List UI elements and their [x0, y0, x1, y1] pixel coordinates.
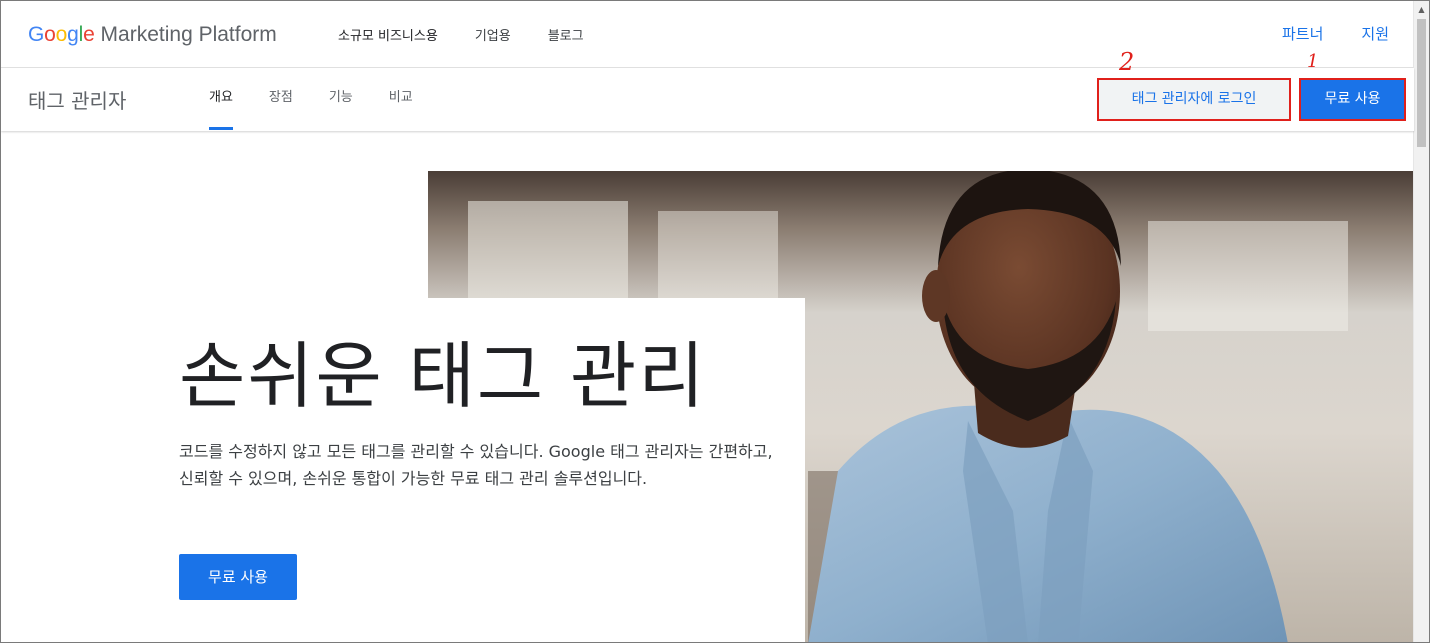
tab-features[interactable]: 기능: [329, 68, 353, 131]
annotation-marker-2: 2: [1119, 48, 1135, 76]
scrollbar-thumb[interactable]: [1417, 19, 1426, 147]
support-link[interactable]: 지원: [1361, 23, 1389, 44]
partners-link[interactable]: 파트너: [1282, 23, 1323, 44]
product-tabs: 개요 장점 기능 비교: [209, 68, 449, 131]
top-nav-blog[interactable]: 블로그: [548, 25, 584, 44]
scroll-up-arrow-icon[interactable]: ▲: [1414, 1, 1429, 18]
top-nav: 소규모 비즈니스용 기업용 블로그: [338, 25, 621, 44]
browser-viewport: Google Marketing Platform 소규모 비즈니스용 기업용 …: [0, 0, 1430, 643]
tab-benefits[interactable]: 장점: [269, 68, 293, 131]
top-nav-enterprise[interactable]: 기업용: [475, 25, 511, 44]
vertical-scrollbar[interactable]: ▲: [1413, 1, 1429, 642]
tab-compare[interactable]: 비교: [389, 68, 413, 131]
top-header: Google Marketing Platform 소규모 비즈니스용 기업용 …: [1, 1, 1414, 68]
hero-title: 손쉬운 태그 관리: [179, 334, 707, 418]
google-wordmark: Google: [28, 23, 95, 46]
sign-in-button[interactable]: 태그 관리자에 로그인: [1097, 78, 1291, 121]
product-subheader: 태그 관리자 개요 장점 기능 비교 태그 관리자에 로그인 무료 사용: [1, 68, 1414, 131]
top-nav-small-business[interactable]: 소규모 비즈니스용: [338, 25, 438, 44]
annotation-marker-1: 1: [1307, 51, 1319, 72]
google-marketing-platform-logo[interactable]: Google Marketing Platform: [28, 21, 277, 49]
tab-overview[interactable]: 개요: [209, 68, 233, 131]
top-right-links: 파트너 지원: [1244, 23, 1389, 44]
product-name[interactable]: 태그 관리자: [28, 85, 126, 114]
brand-suite-name: Marketing Platform: [100, 23, 277, 46]
hero-start-free-button[interactable]: 무료 사용: [179, 554, 297, 600]
start-free-button[interactable]: 무료 사용: [1299, 78, 1406, 121]
hero-description: 코드를 수정하지 않고 모든 태그를 관리할 수 있습니다. Google 태그…: [179, 442, 773, 488]
